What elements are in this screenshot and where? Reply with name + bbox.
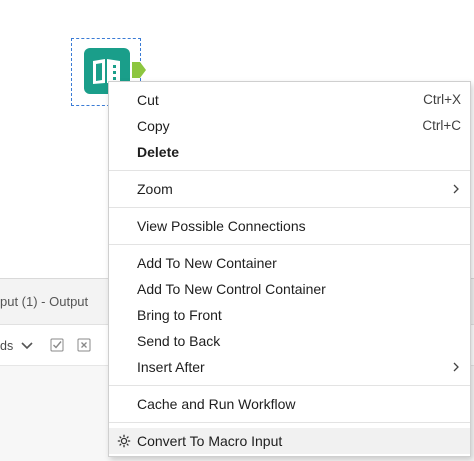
menu-item-add-control-container[interactable]: Add To New Control Container <box>109 276 470 302</box>
menu-item-cut[interactable]: Cut Ctrl+X <box>109 87 470 113</box>
menu-item-insert-after[interactable]: Insert After <box>109 354 470 380</box>
results-title: put (1) - Output <box>0 294 89 309</box>
menu-item-label: Cache and Run Workflow <box>137 396 296 412</box>
menu-item-label: Send to Back <box>137 333 221 349</box>
menu-separator <box>109 207 470 208</box>
menu-item-label: Copy <box>137 118 170 134</box>
output-anchor[interactable] <box>132 62 146 78</box>
menu-shortcut: Ctrl+C <box>422 118 461 133</box>
menu-item-view-connections[interactable]: View Possible Connections <box>109 213 470 239</box>
menu-item-bring-front[interactable]: Bring to Front <box>109 302 470 328</box>
menu-item-label: Insert After <box>137 359 205 375</box>
checkbox-x-icon[interactable] <box>77 338 91 352</box>
gear-icon <box>117 434 131 448</box>
checkbox-check-icon[interactable] <box>50 338 64 352</box>
chevron-right-icon <box>453 184 459 194</box>
menu-item-delete[interactable]: Delete <box>109 139 470 165</box>
menu-item-label: Bring to Front <box>137 307 222 323</box>
menu-item-send-back[interactable]: Send to Back <box>109 328 470 354</box>
menu-item-label: Add To New Container <box>137 255 277 271</box>
menu-item-add-container[interactable]: Add To New Container <box>109 250 470 276</box>
menu-item-cache-run[interactable]: Cache and Run Workflow <box>109 391 470 417</box>
chevron-right-icon <box>453 362 459 372</box>
menu-item-label: Add To New Control Container <box>137 281 326 297</box>
menu-item-label: Delete <box>137 144 180 160</box>
menu-item-label: Zoom <box>137 181 173 197</box>
menu-item-label: Cut <box>137 92 159 108</box>
menu-separator <box>109 385 470 386</box>
menu-shortcut: Ctrl+X <box>423 92 461 107</box>
menu-separator <box>109 422 470 423</box>
menu-item-zoom[interactable]: Zoom <box>109 176 470 202</box>
menu-item-label: View Possible Connections <box>137 218 306 234</box>
menu-item-copy[interactable]: Copy Ctrl+C <box>109 113 470 139</box>
menu-item-convert-macro[interactable]: Convert To Macro Input <box>109 428 470 454</box>
menu-separator <box>109 170 470 171</box>
fields-selector-label[interactable]: ds <box>0 339 13 353</box>
chevron-down-icon[interactable] <box>20 339 34 353</box>
menu-separator <box>109 244 470 245</box>
menu-item-label: Convert To Macro Input <box>137 433 283 449</box>
context-menu: Cut Ctrl+X Copy Ctrl+C Delete Zoom View … <box>108 81 471 457</box>
